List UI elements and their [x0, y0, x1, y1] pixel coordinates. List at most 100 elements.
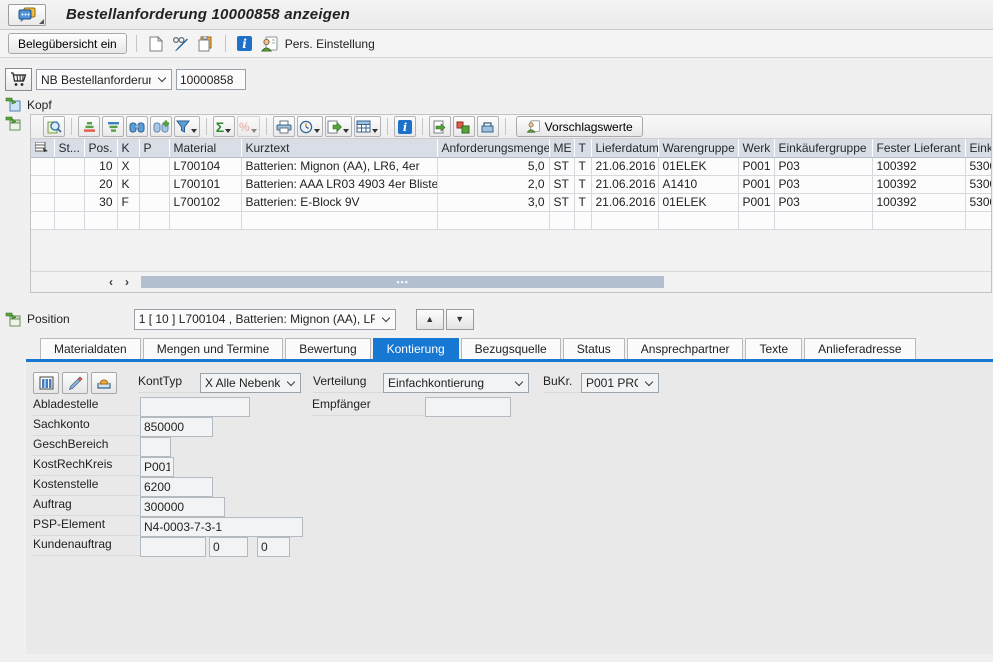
new-document-icon[interactable]	[146, 35, 166, 53]
cell-ekgrp[interactable]: P03	[774, 157, 872, 175]
cell-k[interactable]: K	[117, 175, 139, 193]
cell-warengruppe[interactable]: 01ELEK	[658, 193, 738, 211]
scroll-right-button[interactable]: ›	[119, 274, 135, 290]
col-header-st[interactable]: St...	[54, 139, 84, 157]
tab-mengen-und-termine[interactable]: Mengen und Termine	[143, 338, 284, 359]
cell-me[interactable]: ST	[549, 157, 574, 175]
cell-lieferdatum[interactable]: 21.06.2016	[591, 193, 658, 211]
info-icon[interactable]: i	[235, 35, 255, 53]
subtotal-button[interactable]: %	[237, 116, 260, 137]
display-change-icon[interactable]	[171, 35, 191, 53]
copy-document-icon[interactable]	[196, 35, 216, 53]
cell-werk[interactable]: P001	[738, 193, 774, 211]
tab-materialdaten[interactable]: Materialdaten	[40, 338, 141, 359]
cell-me[interactable]: ST	[549, 175, 574, 193]
scroll-left-button[interactable]: ‹	[103, 274, 119, 290]
position-label[interactable]: Position	[27, 312, 70, 326]
shopping-cart-button[interactable]	[5, 68, 32, 91]
tab-kontierung[interactable]: Kontierung	[373, 338, 459, 359]
cell-material[interactable]: L700101	[169, 175, 241, 193]
next-item-button[interactable]: ▼	[446, 309, 474, 330]
doc-number-input[interactable]	[176, 69, 246, 90]
previous-item-button[interactable]: ▲	[416, 309, 444, 330]
cell-einka[interactable]: 53000	[965, 157, 991, 175]
pers-settings-label[interactable]: Pers. Einstellung	[285, 37, 375, 51]
cell-einka[interactable]: 53000	[965, 193, 991, 211]
row-selector[interactable]	[31, 193, 54, 211]
sachkonto-input[interactable]	[140, 417, 213, 437]
cell-t[interactable]: T	[574, 157, 591, 175]
position-dropdown[interactable]: 1 [ 10 ] L700104 , Batterien: Mignon (AA…	[134, 309, 396, 330]
col-header-k[interactable]: K	[117, 139, 139, 157]
cell-menge[interactable]: 3,0	[437, 193, 549, 211]
col-header-werk[interactable]: Werk	[738, 139, 774, 157]
col-header-ekgrp[interactable]: Einkäufergruppe	[774, 139, 872, 157]
cell-k[interactable]: F	[117, 193, 139, 211]
cell-lieferant[interactable]: 100392	[872, 157, 965, 175]
cell-material[interactable]: L700102	[169, 193, 241, 211]
kostrechkreis-input[interactable]	[140, 457, 174, 477]
cell-ekgrp[interactable]: P03	[774, 193, 872, 211]
cell-werk[interactable]: P001	[738, 157, 774, 175]
details-button[interactable]	[43, 116, 65, 137]
inbox-button[interactable]	[91, 372, 117, 394]
multiple-account-button[interactable]	[33, 372, 59, 394]
col-header-t[interactable]: T	[574, 139, 591, 157]
find-button[interactable]	[126, 116, 148, 137]
cell-material[interactable]: L700104	[169, 157, 241, 175]
bukr-dropdown[interactable]: P001 PROM...	[581, 373, 659, 393]
abladestelle-input[interactable]	[140, 397, 250, 417]
kopf-label[interactable]: Kopf	[27, 98, 52, 112]
scrollbar-thumb[interactable]: ▪▪▪	[141, 276, 664, 288]
cell-pos[interactable]: 30	[84, 193, 117, 211]
basket-button[interactable]	[477, 116, 499, 137]
change-wand-button[interactable]	[62, 372, 88, 394]
empfaenger-input[interactable]	[425, 397, 511, 417]
kostenstelle-input[interactable]	[140, 477, 213, 497]
col-header-menge[interactable]: Anforderungsmenge	[437, 139, 549, 157]
find-next-button[interactable]	[150, 116, 172, 137]
cell-warengruppe[interactable]: 01ELEK	[658, 157, 738, 175]
table-row-empty[interactable]	[31, 211, 991, 229]
doc-type-dropdown[interactable]: NB Bestellanforderung	[36, 69, 172, 90]
tab-texte[interactable]: Texte	[745, 338, 802, 359]
views-button[interactable]	[297, 116, 323, 137]
cell-st[interactable]	[54, 175, 84, 193]
cell-lieferdatum[interactable]: 21.06.2016	[591, 175, 658, 193]
cell-kurztext[interactable]: Batterien: AAA LR03 4903 4er Blister	[241, 175, 437, 193]
cell-menge[interactable]: 2,0	[437, 175, 549, 193]
cell-me[interactable]: ST	[549, 193, 574, 211]
scrollbar-track[interactable]: ▪▪▪	[141, 275, 985, 289]
psp-element-input[interactable]	[140, 517, 303, 537]
tab-bewertung[interactable]: Bewertung	[285, 338, 370, 359]
table-row[interactable]: 30 F L700102 Batterien: E-Block 9V 3,0 S…	[31, 193, 991, 211]
cell-lieferant[interactable]: 100392	[872, 193, 965, 211]
sum-button[interactable]: Σ	[213, 116, 235, 137]
cell-p[interactable]	[139, 193, 169, 211]
kundenauftrag-input[interactable]	[140, 537, 206, 557]
select-all-header[interactable]	[31, 139, 54, 157]
cell-lieferdatum[interactable]: 21.06.2016	[591, 157, 658, 175]
cell-t[interactable]: T	[574, 193, 591, 211]
col-header-p[interactable]: P	[139, 139, 169, 157]
tab-bezugsquelle[interactable]: Bezugsquelle	[461, 338, 561, 359]
tab-status[interactable]: Status	[563, 338, 625, 359]
print-button[interactable]	[273, 116, 295, 137]
collapse-grid-icon[interactable]	[5, 116, 30, 131]
table-row[interactable]: 20 K L700101 Batterien: AAA LR03 4903 4e…	[31, 175, 991, 193]
geschbereich-input[interactable]	[140, 437, 171, 457]
status-check-button[interactable]	[453, 116, 475, 137]
row-selector[interactable]	[31, 175, 54, 193]
cell-t[interactable]: T	[574, 175, 591, 193]
person-icon[interactable]	[260, 35, 280, 53]
col-header-einka[interactable]: Einkau	[965, 139, 991, 157]
cell-p[interactable]	[139, 157, 169, 175]
cell-p[interactable]	[139, 175, 169, 193]
cell-pos[interactable]: 20	[84, 175, 117, 193]
cell-kurztext[interactable]: Batterien: E-Block 9V	[241, 193, 437, 211]
cell-ekgrp[interactable]: P03	[774, 175, 872, 193]
verteilung-dropdown[interactable]: Einfachkontierung	[383, 373, 529, 393]
cell-st[interactable]	[54, 193, 84, 211]
konttyp-dropdown[interactable]: X Alle Nebenk...	[200, 373, 301, 393]
expand-header-icon[interactable]	[5, 97, 21, 112]
